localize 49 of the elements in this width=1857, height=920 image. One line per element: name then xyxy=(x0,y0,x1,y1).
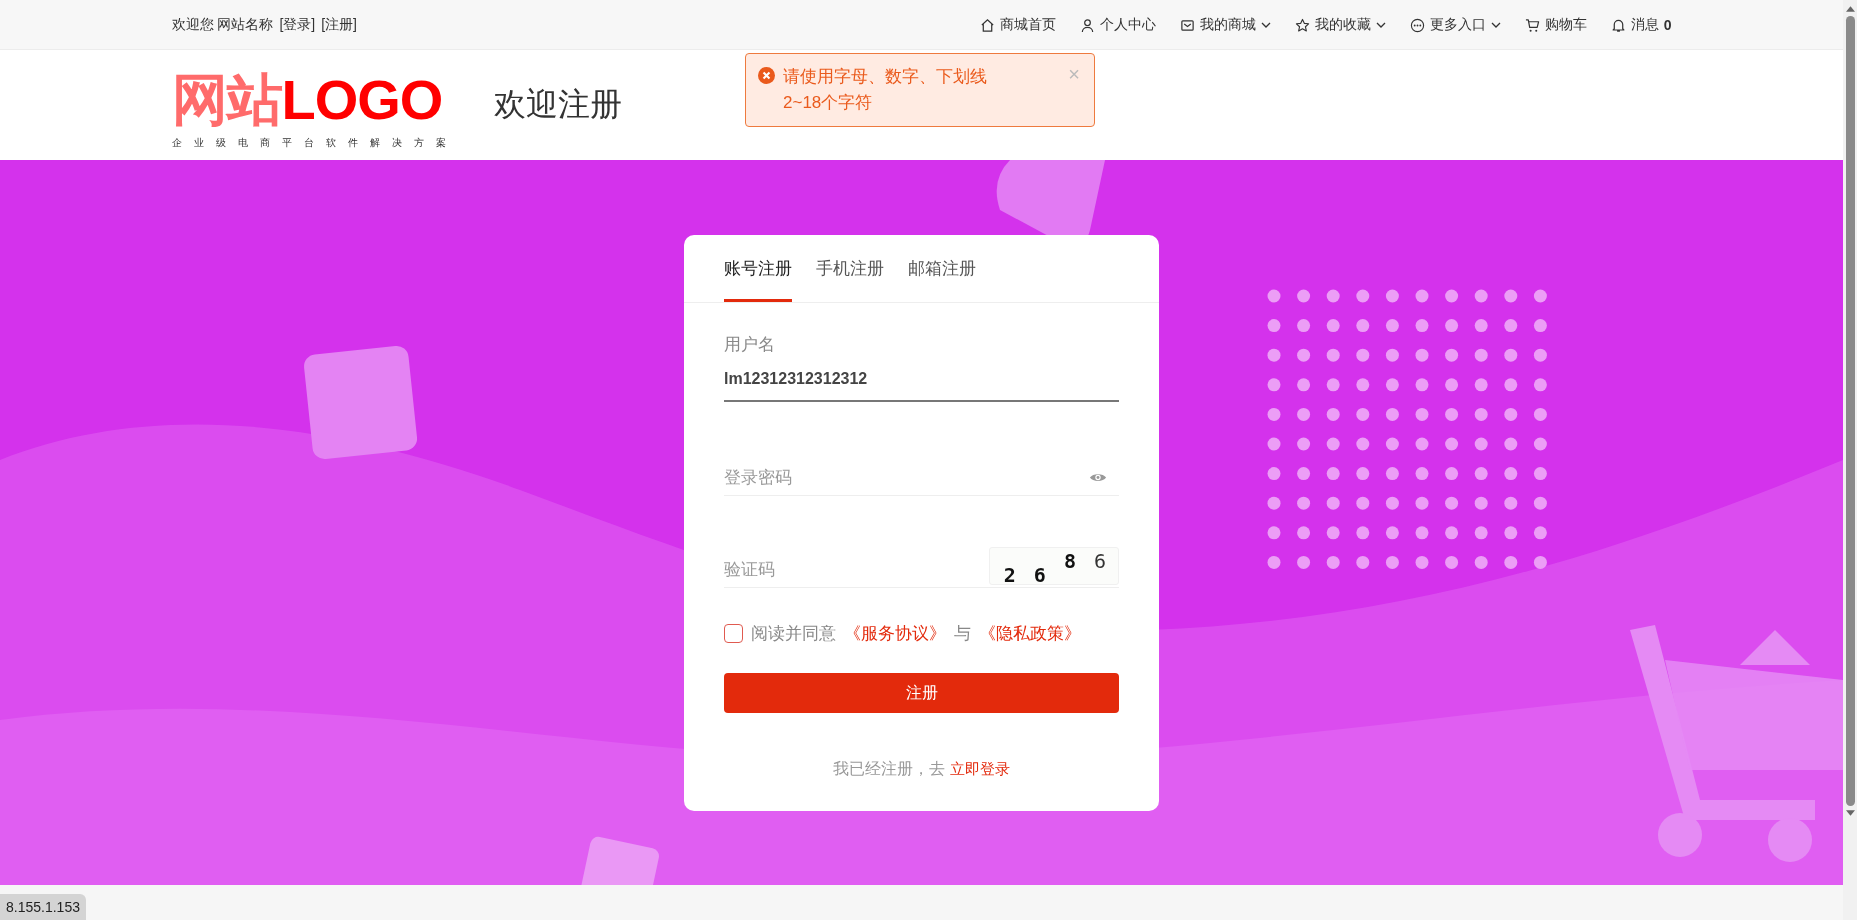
error-icon xyxy=(758,67,775,84)
scroll-down-arrow-icon[interactable] xyxy=(1845,810,1855,816)
nav-link[interactable]: 商城首页 xyxy=(979,16,1056,34)
captcha-image[interactable]: 2 6 8 6 xyxy=(988,547,1119,585)
nav-link[interactable]: 我的收藏 xyxy=(1294,16,1386,34)
privacy-policy-link[interactable]: 《隐私政策》 xyxy=(979,622,1081,645)
status-url: 8.155.1.153 xyxy=(0,894,86,920)
login-link[interactable]: [登录] xyxy=(279,16,316,34)
site-logo[interactable]: 网站LOGO xyxy=(171,70,443,130)
user-icon xyxy=(1079,17,1095,33)
chevron-down-icon xyxy=(1490,22,1501,28)
nav-link[interactable]: 更多入口 xyxy=(1409,16,1501,34)
star-icon xyxy=(1294,17,1310,33)
agree-text: 阅读并同意 xyxy=(751,623,836,645)
mail-icon xyxy=(1179,17,1195,33)
login-now-link[interactable]: 立即登录 xyxy=(949,760,1010,777)
username-field[interactable]: 用户名 lm12312312312312 xyxy=(724,333,1119,402)
logo-tagline: 企业级电商平台软件解决方案 xyxy=(171,136,458,150)
agree-checkbox[interactable] xyxy=(724,624,743,643)
nav-link[interactable]: 个人中心 xyxy=(1079,16,1156,34)
field-label: 用户名 xyxy=(724,334,776,356)
bell-icon xyxy=(1610,17,1626,33)
scrollbar[interactable] xyxy=(1843,0,1857,920)
register-link[interactable]: [注册] xyxy=(321,16,357,34)
register-tab[interactable]: 账号注册 xyxy=(724,235,792,302)
nav-link[interactable]: 消息 0 xyxy=(1610,16,1672,34)
field-value: lm12312312312312 xyxy=(724,370,869,388)
toast-message: 请使用字母、数字、下划线2~18个字符 xyxy=(783,66,988,114)
register-tab[interactable]: 邮箱注册 xyxy=(908,235,976,302)
scroll-up-arrow-icon[interactable] xyxy=(1845,6,1855,12)
welcome-text: 欢迎您 网站名称 xyxy=(171,16,274,34)
field-placeholder: 登录密码 xyxy=(724,467,792,489)
already-registered-text: 我已经注册，去 xyxy=(833,760,946,777)
page-title: 欢迎注册 xyxy=(493,85,622,124)
service-agreement-link[interactable]: 《服务协议》 xyxy=(844,622,946,645)
chevron-down-icon xyxy=(1375,22,1386,28)
message-count: 0 xyxy=(1663,17,1672,33)
cart-icon xyxy=(1524,17,1540,33)
chevron-down-icon xyxy=(1260,22,1271,28)
register-button[interactable]: 注册 xyxy=(724,673,1119,713)
conjunction-text: 与 xyxy=(954,623,971,645)
eye-icon[interactable] xyxy=(1089,472,1107,483)
home-icon xyxy=(979,17,995,33)
field-placeholder: 验证码 xyxy=(724,559,775,581)
nav-link[interactable]: 购物车 xyxy=(1524,16,1587,34)
more-icon xyxy=(1409,17,1425,33)
nav-link[interactable]: 我的商城 xyxy=(1179,16,1271,34)
register-tab[interactable]: 手机注册 xyxy=(816,235,884,302)
captcha-field[interactable]: 验证码 2 6 8 6 xyxy=(724,544,1119,588)
